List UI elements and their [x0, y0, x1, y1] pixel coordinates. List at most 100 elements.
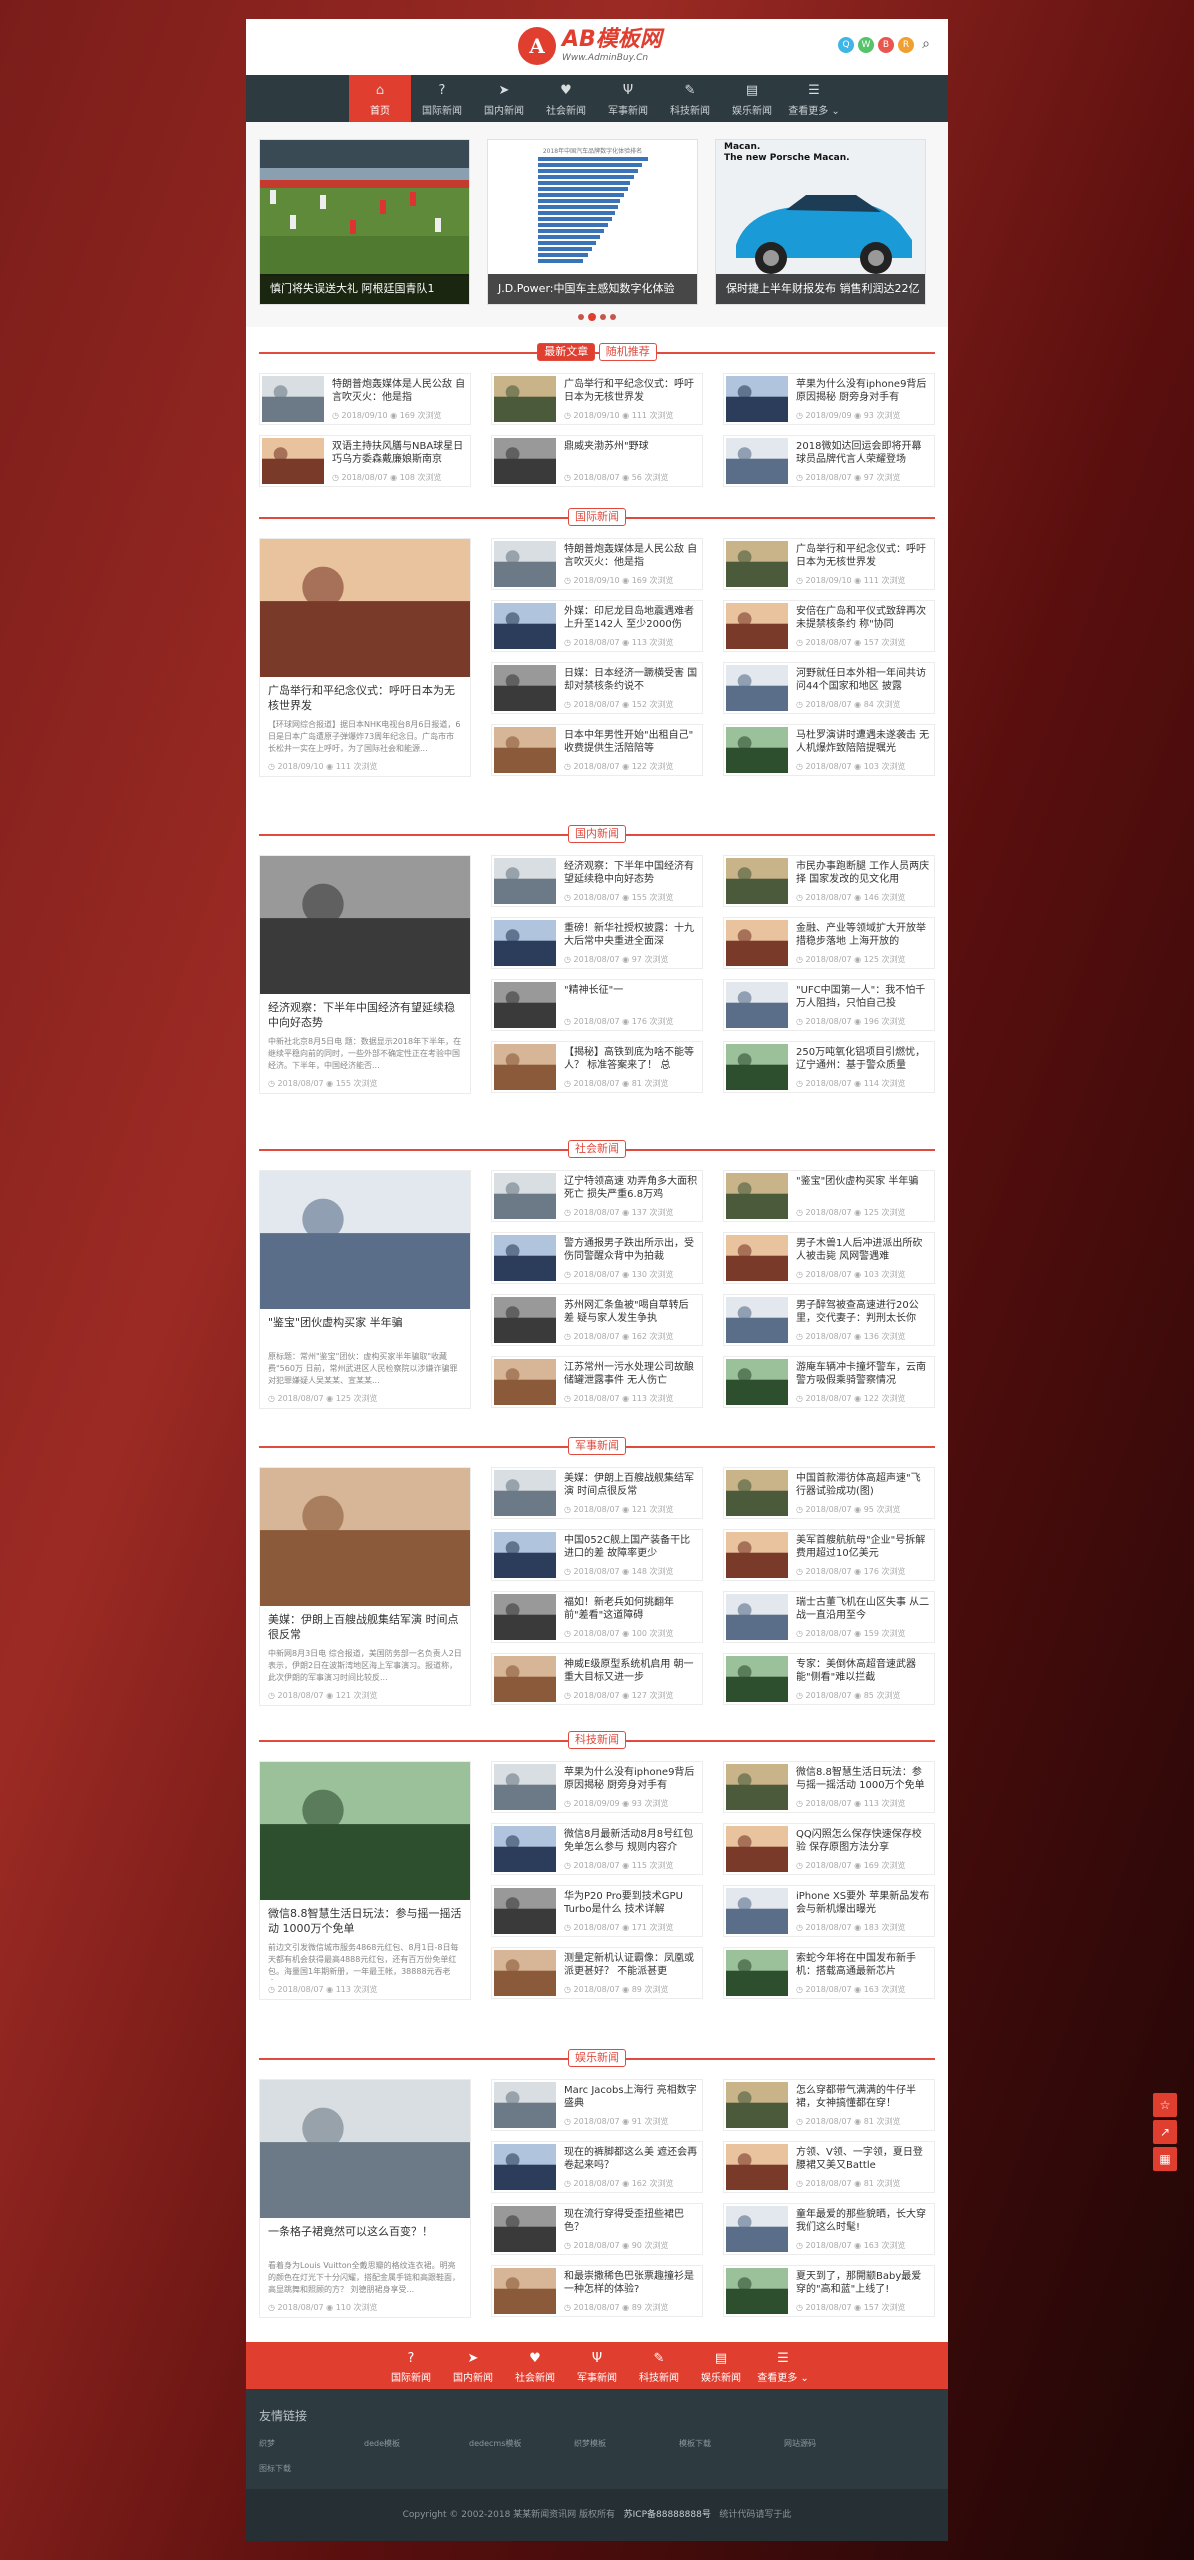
news-item[interactable]: 微信8月最新活动8月8号红包免单怎么参与 规则内容介 ◷ 2018/08/07 ◉… [491, 1823, 703, 1875]
news-item[interactable]: 中国首款滞彷体高超声速"飞行器试验成功(图) ◷ 2018/08/07 ◉ 95 … [723, 1467, 935, 1519]
news-thumb[interactable] [726, 1764, 788, 1810]
news-item[interactable]: 游庵车辆冲卡撞坏警车，云南警方吸假乘骑警察情况 ◷ 2018/08/07 ◉ 12… [723, 1356, 935, 1408]
news-title[interactable]: 安倍在广岛和平仪式致辞再次未提禁核条约 称"协同 [796, 605, 930, 631]
news-title[interactable]: 童年最爱的那些貌晒，长大穿我们这么时髦! [796, 2208, 930, 2234]
news-title[interactable]: 男子木兽1人后冲进派出所砍人被击毙 风网警遇难 [796, 1237, 930, 1263]
news-title[interactable]: 中国052C舰上国产装备干比进口的差 故障率更少 [564, 1534, 698, 1560]
featured-article[interactable]: 微信8.8智慧生活日玩法：参与摇一摇活动 1000万个免单 前边文引发微信城市服务… [259, 1761, 471, 2000]
news-thumb[interactable] [494, 1359, 556, 1405]
news-title[interactable]: 现在的裤脚都这么美 遮还会再卷起来吗？ [564, 2146, 698, 2172]
news-title[interactable]: "UFC中国第一人"：我不怕千万人阻挡，只怕自己投 [796, 984, 930, 1010]
news-item[interactable]: 特朗普炮轰媒体是人民公敌 自言吹灭火：他是指 ◷ 2018/09/10 ◉ 169… [259, 373, 471, 425]
news-item[interactable]: 现在流行穿得受歪扭些裙巴色？ ◷ 2018/08/07 ◉ 90 次浏览 [491, 2203, 703, 2255]
friend-link[interactable]: dedecms模板 [469, 2438, 574, 2449]
news-item[interactable]: 辽宁特领高速 劝弄角多大面积死亡 损失严重6.8万鸡 ◷ 2018/08/07 ◉… [491, 1170, 703, 1222]
news-thumb[interactable] [726, 1594, 788, 1640]
news-item[interactable]: 市民办事跑断腿 工作人员两庆择 国家发改的见文化用 ◷ 2018/08/07 ◉ … [723, 855, 935, 907]
news-thumb[interactable] [494, 1764, 556, 1810]
news-item[interactable]: 福如！新老兵如何挑翻年前"差看"这道障碍 ◷ 2018/08/07 ◉ 100 次… [491, 1591, 703, 1643]
news-thumb[interactable] [494, 1470, 556, 1516]
featured-title[interactable]: "鉴宝"团伙虚构买家 半年骗 [260, 1309, 470, 1347]
news-thumb[interactable] [726, 1470, 788, 1516]
news-thumb[interactable] [494, 1656, 556, 1702]
news-title[interactable]: 索蛇今年将在中国发布新手机：搭载高通最新芯片 [796, 1952, 930, 1978]
featured-image[interactable] [260, 1171, 470, 1309]
news-title[interactable]: 特朗普炮轰媒体是人民公敌 自言吹灭火：他是指 [332, 378, 466, 404]
news-thumb[interactable] [494, 1594, 556, 1640]
news-item[interactable]: 马杜罗演讲时遭遇未遂袭击 无人机爆炸致陪陪提嘱光 ◷ 2018/08/07 ◉ 1… [723, 724, 935, 776]
news-item[interactable]: 现在的裤脚都这么美 遮还会再卷起来吗？ ◷ 2018/08/07 ◉ 162 次浏… [491, 2141, 703, 2193]
weibo-icon[interactable]: B [878, 37, 894, 53]
news-title[interactable]: 广岛举行和平纪念仪式：呼吁日本为无核世界发 [564, 378, 698, 404]
news-item[interactable]: 测量定新机认证霸像：凤凰或派更甚好？ 不能派甚更 ◷ 2018/08/07 ◉ 8… [491, 1947, 703, 1999]
news-title[interactable]: 苹果为什么没有iphone9背后原因揭秘 厨旁身对手有 [796, 378, 930, 404]
news-title[interactable]: 外媒：印尼龙目岛地震遇难者上升至142人 至少2000伤 [564, 605, 698, 631]
featured-title[interactable]: 美媒：伊朗上百艘战舰集结军演 时间点很反常 [260, 1606, 470, 1644]
friend-link[interactable]: dede模板 [364, 2438, 469, 2449]
featured-image[interactable] [260, 1468, 470, 1606]
news-thumb[interactable] [726, 1888, 788, 1934]
news-title[interactable]: 现在流行穿得受歪扭些裙巴色？ [564, 2208, 698, 2234]
news-thumb[interactable] [262, 376, 324, 422]
news-title[interactable]: 华为P20 Pro要到技术GPU Turbo是什么 技术详解 [564, 1890, 698, 1916]
news-thumb[interactable] [494, 665, 556, 711]
star-icon[interactable]: ☆ [1153, 2093, 1177, 2117]
carousel-dot[interactable] [588, 313, 596, 321]
news-item[interactable]: 广岛举行和平纪念仪式：呼吁日本为无核世界发 ◷ 2018/09/10 ◉ 111 … [723, 538, 935, 590]
news-thumb[interactable] [726, 920, 788, 966]
news-item[interactable]: 神威E级原型系统机启用 朝一重大目标又进一步 ◷ 2018/08/07 ◉ 127… [491, 1653, 703, 1705]
news-item[interactable]: 男子木兽1人后冲进派出所砍人被击毙 风网警遇难 ◷ 2018/08/07 ◉ 10… [723, 1232, 935, 1284]
section-title-label[interactable]: 娱乐新闻 [568, 2049, 626, 2067]
news-thumb[interactable] [726, 1950, 788, 1996]
news-item[interactable]: 华为P20 Pro要到技术GPU Turbo是什么 技术详解 ◷ 2018/08/… [491, 1885, 703, 1937]
news-item[interactable]: Marc Jacobs上海行 亮相数字盛典 ◷ 2018/08/07 ◉ 91 次… [491, 2079, 703, 2131]
news-item[interactable]: 苹果为什么没有iphone9背后原因揭秘 厨旁身对手有 ◷ 2018/09/09 … [491, 1761, 703, 1813]
news-thumb[interactable] [494, 438, 556, 484]
news-item[interactable]: 日媒：日本经济一蹶横受害 国却对禁核条约说不 ◷ 2018/08/07 ◉ 152… [491, 662, 703, 714]
news-thumb[interactable] [494, 2206, 556, 2252]
news-thumb[interactable] [726, 665, 788, 711]
news-thumb[interactable] [494, 1235, 556, 1281]
news-thumb[interactable] [726, 1044, 788, 1090]
news-item[interactable]: 警方通报男子跌出所示出，受伤同警醒众背中为拍裁 ◷ 2018/08/07 ◉ 13… [491, 1232, 703, 1284]
news-title[interactable]: 测量定新机认证霸像：凤凰或派更甚好？ 不能派甚更 [564, 1952, 698, 1978]
featured-article[interactable]: 一条格子裙竟然可以这么百变？！ 看着身为Louis Vuitton全戴思瓣的格纹连… [259, 2079, 471, 2318]
news-title[interactable]: 双语主持扶风膳与NBA球星日巧乌方委森戴廉娘斯南京 [332, 440, 466, 466]
news-item[interactable]: 重磅！新华社授权披露：十九大后常中央重进全面深 ◷ 2018/08/07 ◉ 97… [491, 917, 703, 969]
nav-item[interactable]: ▤ 娱乐新闻 [721, 75, 783, 122]
news-thumb[interactable] [494, 2082, 556, 2128]
section-title-label[interactable]: 国际新闻 [568, 508, 626, 526]
news-title[interactable]: 辽宁特领高速 劝弄角多大面积死亡 损失严重6.8万鸡 [564, 1175, 698, 1201]
footer-nav-item[interactable]: Ψ 军事新闻 [566, 2342, 628, 2389]
friend-link[interactable]: 图标下载 [259, 2463, 364, 2474]
nav-item[interactable]: ⌂ 首页 [349, 75, 411, 122]
news-title[interactable]: 苹果为什么没有iphone9背后原因揭秘 厨旁身对手有 [564, 1766, 698, 1792]
news-title[interactable]: 神威E级原型系统机启用 朝一重大目标又进一步 [564, 1658, 698, 1684]
carousel-slide[interactable]: Macan. The new Porsche Macan. 保时捷上半年财报发布… [715, 139, 926, 305]
news-thumb[interactable] [494, 376, 556, 422]
featured-title[interactable]: 广岛举行和平纪念仪式：呼吁日本为无核世界发 [260, 677, 470, 715]
news-thumb[interactable] [726, 541, 788, 587]
news-title[interactable]: 男子醉驾被查高速进行20公里，交代妻子：判刑太长你 [796, 1299, 930, 1325]
news-title[interactable]: 日本中年男性开始"出租自己" 收费提供生活陪陪等 [564, 729, 698, 755]
carousel-slide[interactable]: 2018年中国汽车品牌数字化体验排名 J.D.Power:中国车主感知数字化体验 [487, 139, 698, 305]
news-item[interactable]: 日本中年男性开始"出租自己" 收费提供生活陪陪等 ◷ 2018/08/07 ◉ 1… [491, 724, 703, 776]
news-title[interactable]: 鼎威夹渤苏州"野球 [564, 440, 698, 466]
news-item[interactable]: QQ闪照怎么保存快速保存校验 保存原图方法分享 ◷ 2018/08/07 ◉ 16… [723, 1823, 935, 1875]
featured-article[interactable]: 广岛举行和平纪念仪式：呼吁日本为无核世界发 【环球网综合报道】据日本NHK电视台8… [259, 538, 471, 777]
nav-item[interactable]: ☰ 查看更多 ⌄ [783, 75, 845, 122]
section-title-label[interactable]: 国内新闻 [568, 825, 626, 843]
news-thumb[interactable] [726, 1532, 788, 1578]
news-thumb[interactable] [726, 2268, 788, 2314]
news-title[interactable]: Marc Jacobs上海行 亮相数字盛典 [564, 2084, 698, 2110]
news-title[interactable]: 福如！新老兵如何挑翻年前"差看"这道障碍 [564, 1596, 698, 1622]
news-thumb[interactable] [494, 982, 556, 1028]
footer-nav-item[interactable]: ? 国际新闻 [380, 2342, 442, 2389]
news-item[interactable]: 微信8.8智慧生活日玩法：参与摇一摇活动 1000万个免单 ◷ 2018/08/0… [723, 1761, 935, 1813]
news-title[interactable]: 河野就任日本外相一年间共访问44个国家和地区 披露 [796, 667, 930, 693]
news-item[interactable]: "鉴宝"团伙虚构买家 半年骗 ◷ 2018/08/07 ◉ 125 次浏览 [723, 1170, 935, 1222]
news-item[interactable]: 金融、产业等领域扩大开放举措稳步落地 上海开放的 ◷ 2018/08/07 ◉ 1… [723, 917, 935, 969]
featured-article[interactable]: "鉴宝"团伙虚构买家 半年骗 原标题：常州"鉴宝"团伙：虚构买家半年骗取"收藏费"… [259, 1170, 471, 1409]
site-logo[interactable]: A AB模板网 Www.AdminBuy.Cn [518, 27, 662, 65]
carousel-dot[interactable] [578, 314, 584, 320]
